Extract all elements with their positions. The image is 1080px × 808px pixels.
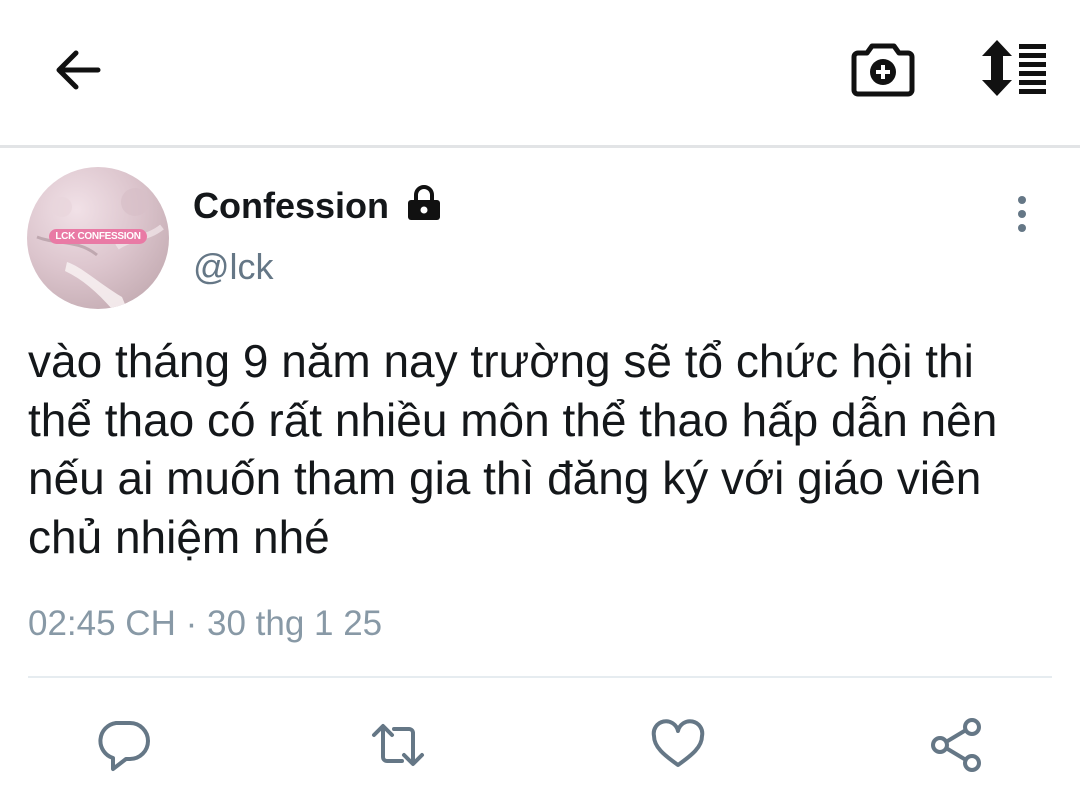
share-icon[interactable] (928, 717, 984, 773)
avatar[interactable]: LCK CONFESSION (27, 167, 169, 309)
meta-separator: · (175, 604, 207, 643)
reply-icon[interactable] (96, 717, 152, 773)
display-name[interactable]: Confession (193, 185, 389, 227)
lock-icon (408, 185, 440, 220)
tweet-time: 02:45 CH (28, 604, 176, 643)
tweet-text: vào tháng 9 năm nay trường sẽ tổ chức hộ… (28, 335, 998, 563)
back-arrow-icon[interactable] (50, 42, 106, 98)
tweet-date: 30 thg 1 25 (206, 604, 383, 643)
top-bar-divider (0, 145, 1080, 148)
avatar-badge: LCK CONFESSION (49, 229, 147, 244)
tweet-timestamp: 02:45 CH · 30 thg 1 25 (28, 603, 382, 645)
retweet-icon[interactable] (370, 717, 426, 773)
add-photo-camera-icon[interactable] (850, 38, 916, 98)
top-app-bar (0, 0, 1080, 145)
like-icon[interactable] (650, 717, 706, 773)
more-options-icon[interactable] (1008, 193, 1036, 235)
actions-divider (28, 676, 1052, 678)
user-handle[interactable]: @lck (193, 246, 274, 288)
sort-list-icon[interactable] (975, 38, 1050, 98)
